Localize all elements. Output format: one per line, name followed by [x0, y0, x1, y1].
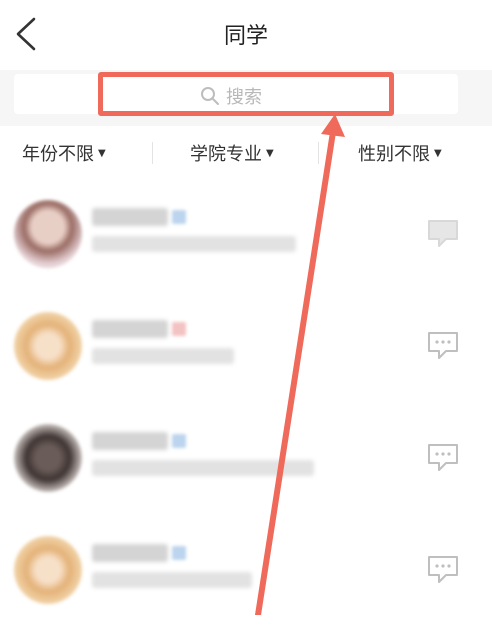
blurred-subtitle	[92, 572, 252, 588]
list-item[interactable]	[0, 290, 492, 402]
top-bar: 同学	[0, 0, 492, 70]
filter-gender-label: 性别不限	[358, 144, 430, 165]
avatar	[14, 536, 82, 604]
blurred-tag	[172, 322, 186, 336]
blurred-name	[92, 320, 168, 338]
filter-bar: 年份不限 ▼ 学院专业 ▼ 性别不限 ▼	[0, 126, 492, 178]
list-item[interactable]	[0, 178, 492, 290]
blurred-subtitle	[92, 348, 234, 364]
blurred-subtitle	[92, 236, 296, 252]
page-title: 同学	[223, 24, 268, 49]
filter-year[interactable]: 年份不限 ▼	[22, 140, 106, 166]
blurred-name	[92, 208, 168, 226]
filter-gender[interactable]: 性别不限 ▼	[358, 140, 442, 166]
chat-icon[interactable]	[426, 554, 460, 586]
filter-college-major-label: 学院专业	[190, 144, 262, 165]
blurred-tag	[172, 434, 186, 448]
avatar	[14, 200, 82, 268]
blurred-tag	[172, 210, 186, 224]
avatar	[14, 312, 82, 380]
blurred-subtitle	[92, 460, 314, 476]
list-item[interactable]	[0, 402, 492, 514]
blurred-tag	[172, 546, 186, 560]
filter-year-label: 年份不限	[22, 144, 94, 165]
filter-divider	[152, 142, 153, 164]
blurred-name	[92, 544, 168, 562]
chat-icon[interactable]	[426, 442, 460, 474]
chat-icon[interactable]	[426, 330, 460, 362]
filter-divider	[318, 142, 319, 164]
filter-college-major[interactable]: 学院专业 ▼	[190, 140, 274, 166]
search-bar-area: 搜索	[0, 70, 492, 126]
caret-down-icon: ▼	[98, 147, 106, 159]
caret-down-icon: ▼	[434, 147, 442, 159]
list-item[interactable]	[0, 514, 492, 626]
chat-icon[interactable]	[426, 218, 460, 250]
avatar	[14, 424, 82, 492]
caret-down-icon: ▼	[266, 147, 274, 159]
search-highlight-box	[98, 72, 394, 116]
blurred-name	[92, 432, 168, 450]
